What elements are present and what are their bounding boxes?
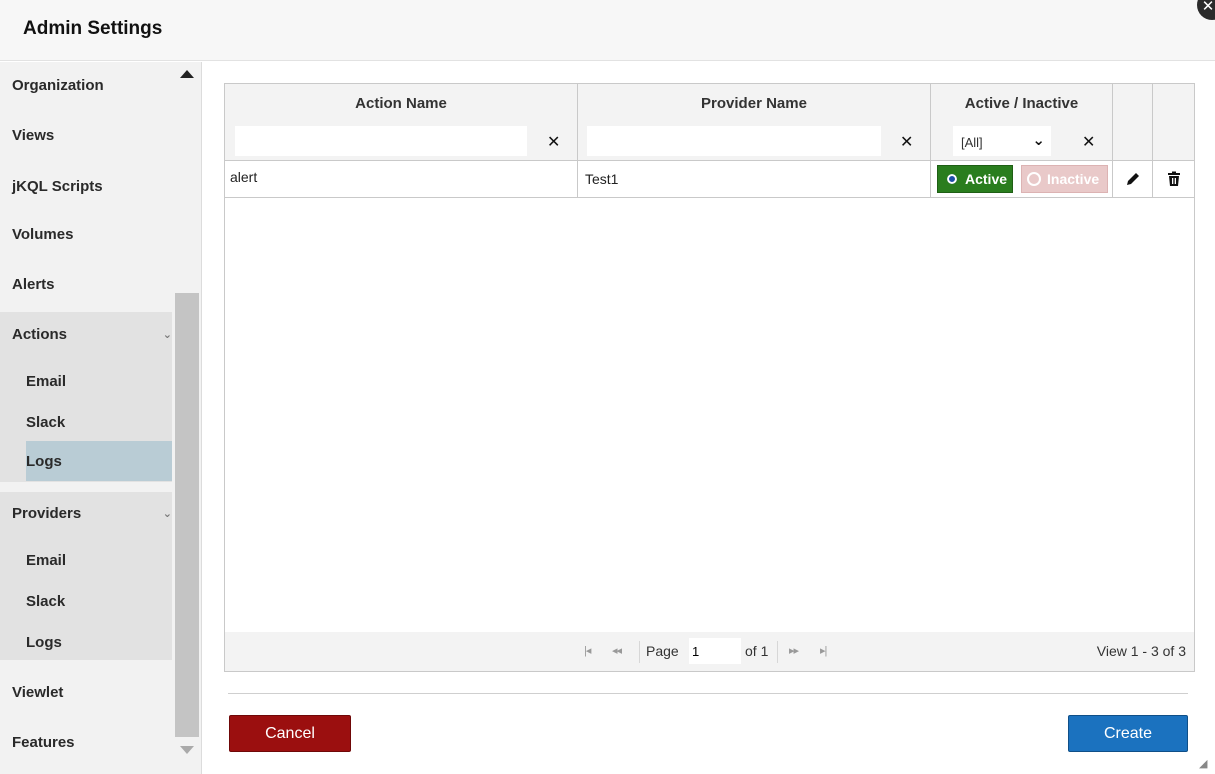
- sidebar-item-label: Features: [12, 733, 75, 751]
- dialog-header: Admin Settings: [0, 0, 1215, 61]
- sidebar-item-label: Actions: [12, 325, 68, 343]
- edit-button[interactable]: [1113, 161, 1153, 197]
- provider-name-value: Test1: [585, 171, 619, 187]
- cell-status: Active Inactive: [931, 161, 1113, 197]
- page-count-label: of 1: [745, 643, 769, 659]
- sidebar-item-label: Slack: [26, 592, 66, 610]
- sidebar-item-label: Email: [26, 551, 67, 569]
- next-page-icon[interactable]: ▸▸: [789, 644, 799, 657]
- column-header-provider-name[interactable]: Provider Name: [578, 84, 931, 123]
- sidebar-item-providers-email[interactable]: Email: [0, 540, 172, 580]
- status-filter-select[interactable]: [All] ⌄: [953, 126, 1051, 156]
- first-page-icon[interactable]: |◂: [584, 644, 591, 657]
- cell-action-name: alert: [225, 161, 578, 197]
- radio-selected-icon: [945, 172, 959, 186]
- sidebar-item-volumes[interactable]: Volumes: [0, 214, 172, 254]
- create-button[interactable]: Create: [1068, 715, 1188, 752]
- delete-button[interactable]: [1153, 161, 1194, 197]
- sidebar-item-features[interactable]: Features: [0, 722, 172, 762]
- inactive-label: Inactive: [1047, 171, 1100, 187]
- sidebar-item-label: jKQL Scripts: [12, 177, 103, 195]
- filter-cell-provider-name: ✕: [578, 123, 931, 160]
- inactive-toggle-button[interactable]: Inactive: [1021, 165, 1108, 193]
- sidebar-item-jkql-scripts[interactable]: jKQL Scripts: [0, 166, 172, 206]
- sidebar-item-providers-logs[interactable]: Logs: [0, 622, 172, 662]
- filter-cell-edit: [1113, 123, 1153, 160]
- scroll-up-arrow-icon[interactable]: [180, 70, 194, 78]
- resize-handle-icon[interactable]: ◢: [1199, 757, 1207, 770]
- radio-unselected-icon: [1027, 172, 1041, 186]
- pager-separator: [639, 641, 640, 663]
- sidebar-item-label: Volumes: [12, 225, 74, 243]
- clear-filter-icon[interactable]: ✕: [1082, 132, 1095, 152]
- grid-header-row: Action Name Provider Name Active / Inact…: [225, 84, 1194, 124]
- page-number-input[interactable]: [689, 638, 741, 664]
- dialog-title: Admin Settings: [23, 18, 163, 39]
- sidebar-item-actions-email[interactable]: Email: [0, 361, 172, 401]
- sidebar-item-actions-logs[interactable]: Logs: [26, 441, 172, 481]
- sidebar-item-actions-slack[interactable]: Slack: [0, 402, 172, 442]
- provider-name-filter-input[interactable]: [587, 126, 881, 156]
- sidebar-item-label: Logs: [26, 633, 62, 651]
- column-header-action-name[interactable]: Action Name: [225, 84, 578, 123]
- close-icon: ✕: [1201, 0, 1215, 15]
- sidebar-item-label: Views: [12, 126, 55, 144]
- sidebar-item-alerts[interactable]: Alerts: [0, 264, 172, 304]
- actions-grid: Action Name Provider Name Active / Inact…: [224, 83, 1195, 672]
- chevron-down-icon: ⌄: [162, 329, 172, 341]
- active-toggle-button[interactable]: Active: [937, 165, 1013, 193]
- table-row[interactable]: alert Test1 Active Inactive: [225, 161, 1194, 198]
- trash-icon: [1167, 171, 1180, 186]
- clear-filter-icon[interactable]: ✕: [547, 132, 560, 152]
- sidebar-item-label: Email: [26, 372, 67, 390]
- column-header-delete: [1153, 84, 1194, 123]
- scroll-down-arrow-icon[interactable]: [180, 746, 194, 754]
- clear-filter-icon[interactable]: ✕: [900, 132, 913, 152]
- sidebar-item-views[interactable]: Views: [0, 115, 172, 155]
- sidebar-item-providers[interactable]: Providers ⌄: [0, 493, 172, 533]
- last-page-icon[interactable]: ▸|: [820, 644, 827, 657]
- status-filter-value: [All]: [961, 135, 983, 150]
- filter-cell-status: [All] ⌄ ✕: [931, 123, 1113, 160]
- record-count-text: View 1 - 3 of 3: [1096, 643, 1186, 659]
- sidebar-item-label: Alerts: [12, 275, 55, 293]
- sidebar: Organization Views jKQL Scripts Volumes …: [0, 62, 202, 774]
- sidebar-item-label: Logs: [26, 452, 62, 470]
- column-header-active-inactive[interactable]: Active / Inactive: [931, 84, 1113, 123]
- sidebar-item-label: Viewlet: [12, 683, 64, 701]
- pager-separator: [777, 641, 778, 663]
- footer-divider: [228, 693, 1188, 694]
- sidebar-item-label: Slack: [26, 413, 66, 431]
- column-header-edit: [1113, 84, 1153, 123]
- sidebar-item-label: Providers: [12, 504, 82, 522]
- page-label: Page: [646, 643, 679, 659]
- action-name-filter-input[interactable]: [235, 126, 527, 156]
- chevron-down-icon: ⌄: [1032, 132, 1045, 149]
- cell-provider-name: Test1: [578, 161, 931, 197]
- chevron-down-icon: ⌄: [162, 508, 172, 520]
- pencil-icon: [1126, 173, 1139, 185]
- sidebar-item-actions[interactable]: Actions ⌄: [0, 314, 172, 354]
- cancel-button[interactable]: Cancel: [229, 715, 351, 752]
- sidebar-item-label: Organization: [12, 76, 104, 94]
- scroll-thumb[interactable]: [175, 293, 199, 737]
- prev-page-icon[interactable]: ◂◂: [612, 644, 622, 657]
- sidebar-item-viewlet[interactable]: Viewlet: [0, 672, 172, 712]
- sidebar-item-providers-slack[interactable]: Slack: [0, 581, 172, 621]
- active-label: Active: [965, 171, 1008, 187]
- filter-cell-delete: [1153, 123, 1194, 160]
- sidebar-item-organization[interactable]: Organization: [0, 65, 172, 105]
- grid-pager: |◂ ◂◂ Page of 1 ▸▸ ▸| View 1 - 3 of 3: [225, 632, 1194, 671]
- filter-cell-action-name: ✕: [225, 123, 578, 160]
- action-name-value: alert: [230, 169, 258, 185]
- sidebar-scrollbar[interactable]: [175, 62, 200, 774]
- grid-filter-row: ✕ ✕ [All] ⌄ ✕: [225, 123, 1194, 161]
